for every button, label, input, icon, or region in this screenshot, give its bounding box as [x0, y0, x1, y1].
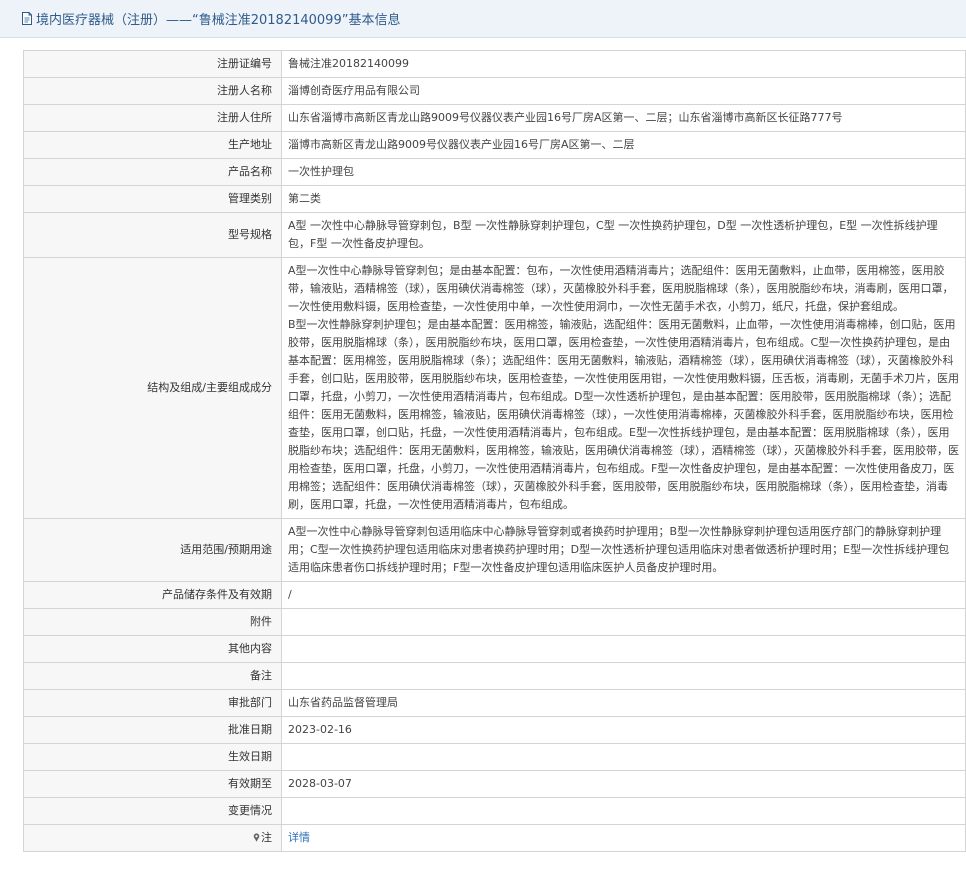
table-row: 审批部门 山东省药品监督管理局 [23, 689, 966, 717]
field-label: 变更情况 [23, 797, 282, 825]
field-label: 有效期至 [23, 770, 282, 798]
field-value: 淄博市高新区青龙山路9009号仪器仪表产业园16号厂房A区第一、二层 [281, 131, 966, 159]
field-label: 结构及组成/主要组成成分 [23, 257, 282, 519]
field-label: 生产地址 [23, 131, 282, 159]
table-row: 产品名称 一次性护理包 [23, 158, 966, 186]
field-value [281, 635, 966, 663]
field-value: 2028-03-07 [281, 770, 966, 798]
table-row: 附件 [23, 608, 966, 636]
table-row: 其他内容 [23, 635, 966, 663]
info-panel: 注册证编号 鲁械注准20182140099 注册人名称 淄博创奇医疗用品有限公司… [0, 38, 966, 852]
field-label: 注册人名称 [23, 77, 282, 105]
table-row: 变更情况 [23, 797, 966, 825]
field-value: 山东省药品监督管理局 [281, 689, 966, 717]
field-value-multiline: A型一次性中心静脉导管穿刺包；是由基本配置：包布，一次性使用酒精消毒片；选配组件… [281, 257, 966, 519]
page-header: 境内医疗器械（注册）——“鲁械注准20182140099”基本信息 [0, 0, 966, 38]
field-value [281, 662, 966, 690]
field-label: 备注 [23, 662, 282, 690]
table-row: 结构及组成/主要组成成分 A型一次性中心静脉导管穿刺包；是由基本配置：包布，一次… [23, 257, 966, 519]
pin-icon [253, 833, 260, 842]
info-table: 注册证编号 鲁械注准20182140099 注册人名称 淄博创奇医疗用品有限公司… [23, 50, 966, 852]
table-row: 注册人住所 山东省淄博市高新区青龙山路9009号仪器仪表产业园16号厂房A区第一… [23, 104, 966, 132]
field-value [281, 608, 966, 636]
composition-paragraph: B型一次性静脉穿刺护理包；是由基本配置：医用棉签，输液贴，选配组件：医用无菌敷料… [288, 318, 959, 511]
field-label: 管理类别 [23, 185, 282, 213]
note-label-text: 注 [261, 831, 272, 844]
field-label: 附件 [23, 608, 282, 636]
table-row: 适用范围/预期用途 A型一次性中心静脉导管穿刺包适用临床中心静脉导管穿刺或者换药… [23, 518, 966, 582]
note-label: 注 [23, 824, 282, 852]
field-value [281, 743, 966, 771]
table-row: 批准日期 2023-02-16 [23, 716, 966, 744]
field-value: 鲁械注准20182140099 [281, 50, 966, 78]
composition-paragraph: A型一次性中心静脉导管穿刺包；是由基本配置：包布，一次性使用酒精消毒片；选配组件… [288, 264, 954, 313]
table-row: 注册人名称 淄博创奇医疗用品有限公司 [23, 77, 966, 105]
table-row: 注册证编号 鲁械注准20182140099 [23, 50, 966, 78]
field-label: 生效日期 [23, 743, 282, 771]
table-row: 生效日期 [23, 743, 966, 771]
field-value: 第二类 [281, 185, 966, 213]
field-value: / [281, 581, 966, 609]
field-label: 其他内容 [23, 635, 282, 663]
table-row: 备注 [23, 662, 966, 690]
field-label: 产品名称 [23, 158, 282, 186]
field-value: A型 一次性中心静脉导管穿刺包，B型 一次性静脉穿刺护理包，C型 一次性换药护理… [281, 212, 966, 258]
field-value: 一次性护理包 [281, 158, 966, 186]
field-label: 批准日期 [23, 716, 282, 744]
table-row: 有效期至 2028-03-07 [23, 770, 966, 798]
field-label: 注册证编号 [23, 50, 282, 78]
field-label: 产品储存条件及有效期 [23, 581, 282, 609]
field-value: 2023-02-16 [281, 716, 966, 744]
note-value: 详情 [281, 824, 966, 852]
table-row: 注 详情 [23, 824, 966, 852]
table-row: 生产地址 淄博市高新区青龙山路9009号仪器仪表产业园16号厂房A区第一、二层 [23, 131, 966, 159]
field-value: 淄博创奇医疗用品有限公司 [281, 77, 966, 105]
document-icon [22, 12, 32, 25]
field-label: 适用范围/预期用途 [23, 518, 282, 582]
field-label: 注册人住所 [23, 104, 282, 132]
table-row: 管理类别 第二类 [23, 185, 966, 213]
field-value [281, 797, 966, 825]
field-label: 型号规格 [23, 212, 282, 258]
field-value: A型一次性中心静脉导管穿刺包适用临床中心静脉导管穿刺或者换药时护理用；B型一次性… [281, 518, 966, 582]
table-row: 型号规格 A型 一次性中心静脉导管穿刺包，B型 一次性静脉穿刺护理包，C型 一次… [23, 212, 966, 258]
table-row: 产品储存条件及有效期 / [23, 581, 966, 609]
field-label: 审批部门 [23, 689, 282, 717]
details-link[interactable]: 详情 [288, 831, 310, 844]
field-value: 山东省淄博市高新区青龙山路9009号仪器仪表产业园16号厂房A区第一、二层；山东… [281, 104, 966, 132]
page-title: 境内医疗器械（注册）——“鲁械注准20182140099”基本信息 [36, 13, 401, 28]
